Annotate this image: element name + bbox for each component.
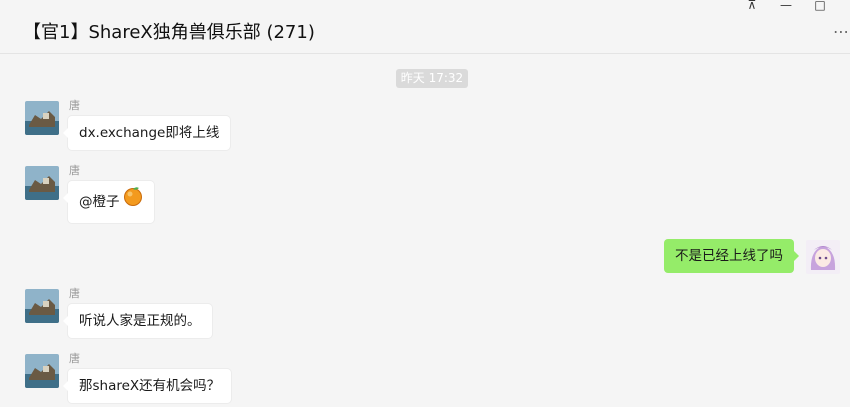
message-bubble[interactable]: dx.exchange即将上线 (62, 116, 231, 150)
avatar[interactable] (25, 101, 59, 135)
message-text: dx.exchange即将上线 (79, 125, 220, 141)
message-bubble[interactable]: 听说人家是正规的。 (63, 304, 212, 338)
sender-name: 唐 (69, 352, 80, 365)
sender-name: 唐 (69, 99, 80, 112)
avatar[interactable] (25, 166, 59, 200)
message-bubble[interactable]: @橙子 (63, 181, 154, 223)
avatar[interactable] (25, 354, 59, 388)
avatar[interactable] (25, 289, 59, 323)
message-text: 不是已经上线了吗 (675, 248, 783, 264)
message-bubble-self[interactable]: 不是已经上线了吗 (664, 239, 799, 273)
sender-name: 唐 (69, 287, 80, 300)
message-text: @橙子 (79, 194, 120, 210)
sender-name: 唐 (69, 164, 80, 177)
minimize-icon[interactable]: — (771, 0, 801, 13)
orange-emoji-icon (123, 181, 143, 223)
pin-icon[interactable]: ⊼ (737, 0, 767, 13)
chat-title: 【官1】ShareX独角兽俱乐部 (271) (23, 22, 315, 43)
title-bar: 【官1】ShareX独角兽俱乐部 (271) ⊼ — □ ⋯ (0, 0, 850, 54)
more-icon[interactable]: ⋯ (833, 22, 850, 41)
message-text: 听说人家是正规的。 (79, 313, 201, 329)
avatar-self[interactable] (806, 240, 840, 274)
message-text: 那shareX还有机会吗？ (79, 378, 221, 394)
maximize-icon[interactable]: □ (805, 0, 835, 13)
message-bubble[interactable]: 那shareX还有机会吗？ (62, 369, 232, 403)
time-separator: 昨天 17:32 (396, 69, 468, 88)
